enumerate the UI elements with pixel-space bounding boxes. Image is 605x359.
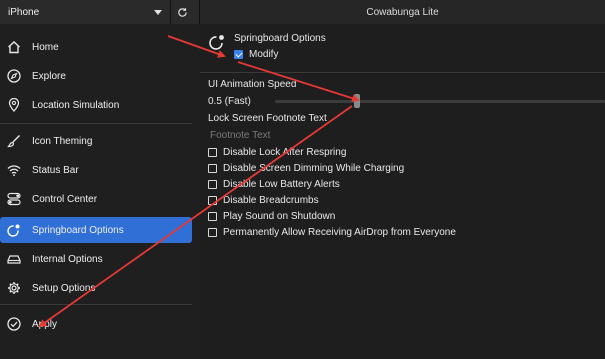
option-label: Disable Low Battery Alerts xyxy=(223,179,340,190)
refresh-button[interactable] xyxy=(170,0,194,24)
chevron-down-icon xyxy=(154,9,162,15)
location-pin-icon xyxy=(6,97,22,113)
sidebar-item-label: Location Simulation xyxy=(32,99,120,111)
option-checkbox[interactable] xyxy=(208,228,217,237)
section-header: Springboard Options Modify xyxy=(208,33,326,60)
device-name: iPhone xyxy=(8,6,40,18)
slider-handle[interactable] xyxy=(354,94,360,108)
option-disable-low-battery-alerts[interactable]: Disable Low Battery Alerts xyxy=(208,179,340,190)
modify-checkbox[interactable] xyxy=(234,50,243,59)
option-disable-breadcrumbs[interactable]: Disable Breadcrumbs xyxy=(208,195,319,206)
sidebar-divider xyxy=(0,123,192,124)
house-icon xyxy=(6,39,22,55)
option-checkbox[interactable] xyxy=(208,148,217,157)
sidebar-item-icon-theming[interactable]: Icon Theming xyxy=(0,128,192,154)
device-dropdown[interactable]: iPhone xyxy=(0,0,170,24)
refresh-icon xyxy=(178,7,187,17)
option-allow-airdrop-everyone[interactable]: Permanently Allow Receiving AirDrop from… xyxy=(208,227,456,238)
sidebar-item-label: Setup Options xyxy=(32,282,96,294)
header-divider xyxy=(200,72,605,73)
sidebar-divider xyxy=(0,304,192,305)
option-label: Permanently Allow Receiving AirDrop from… xyxy=(223,227,456,238)
option-checkbox[interactable] xyxy=(208,180,217,189)
device-area: iPhone xyxy=(0,0,200,24)
sidebar-item-label: Apply xyxy=(32,318,58,330)
gear-icon xyxy=(6,280,22,296)
animation-speed-value: 0.5 (Fast) xyxy=(208,96,251,107)
sidebar-item-label: Springboard Options xyxy=(32,224,124,236)
springboard-icon xyxy=(6,222,22,238)
option-label: Play Sound on Shutdown xyxy=(223,211,336,222)
app-title-area: Cowabunga Lite xyxy=(200,0,605,24)
sidebar-item-internal-options[interactable]: Internal Options xyxy=(0,246,192,272)
sidebar-item-apply[interactable]: Apply xyxy=(0,311,192,337)
brush-icon xyxy=(6,133,22,149)
sidebar-item-setup-options[interactable]: Setup Options xyxy=(0,275,192,301)
footnote-input[interactable]: Footnote Text xyxy=(210,130,270,141)
sidebar-item-location-simulation[interactable]: Location Simulation xyxy=(0,92,192,118)
sidebar-item-label: Explore xyxy=(32,70,66,82)
option-play-sound-on-shutdown[interactable]: Play Sound on Shutdown xyxy=(208,211,335,222)
modify-label: Modify xyxy=(249,49,279,60)
compass-icon xyxy=(6,68,22,84)
sidebar-item-label: Icon Theming xyxy=(32,135,93,147)
sidebar-item-explore[interactable]: Explore xyxy=(0,63,192,89)
checkmark-circle-icon xyxy=(6,316,22,332)
sidebar: Home Explore Location Simulation Icon Th… xyxy=(0,24,200,359)
option-label: Disable Screen Dimming While Charging xyxy=(223,163,405,174)
app-title: Cowabunga Lite xyxy=(366,6,439,18)
sidebar-item-springboard-options[interactable]: Springboard Options xyxy=(0,217,192,243)
title-bar: iPhone Cowabunga Lite xyxy=(0,0,605,24)
option-label: Disable Lock After Respring xyxy=(223,147,347,158)
toggles-icon xyxy=(6,191,22,207)
sidebar-item-control-center[interactable]: Control Center xyxy=(0,186,192,212)
sidebar-item-status-bar[interactable]: Status Bar xyxy=(0,157,192,183)
drive-icon xyxy=(6,251,22,267)
main-content: Springboard Options Modify UI Animation … xyxy=(200,24,605,359)
sidebar-item-label: Control Center xyxy=(32,193,98,205)
page-title: Springboard Options xyxy=(234,33,326,44)
option-label: Disable Breadcrumbs xyxy=(223,195,319,206)
sidebar-item-label: Internal Options xyxy=(32,253,103,265)
modify-toggle-row: Modify xyxy=(234,49,326,60)
option-checkbox[interactable] xyxy=(208,212,217,221)
animation-speed-label: UI Animation Speed xyxy=(208,79,297,90)
option-disable-lock-after-respring[interactable]: Disable Lock After Respring xyxy=(208,147,346,158)
option-checkbox[interactable] xyxy=(208,196,217,205)
sidebar-item-home[interactable]: Home xyxy=(0,34,192,60)
option-disable-screen-dimming[interactable]: Disable Screen Dimming While Charging xyxy=(208,163,404,174)
sidebar-item-label: Home xyxy=(32,41,59,53)
wifi-icon xyxy=(6,162,22,178)
sidebar-item-label: Status Bar xyxy=(32,164,79,176)
animation-speed-slider[interactable] xyxy=(275,100,605,103)
springboard-icon xyxy=(209,35,224,50)
footnote-label: Lock Screen Footnote Text xyxy=(208,113,327,124)
option-checkbox[interactable] xyxy=(208,164,217,173)
